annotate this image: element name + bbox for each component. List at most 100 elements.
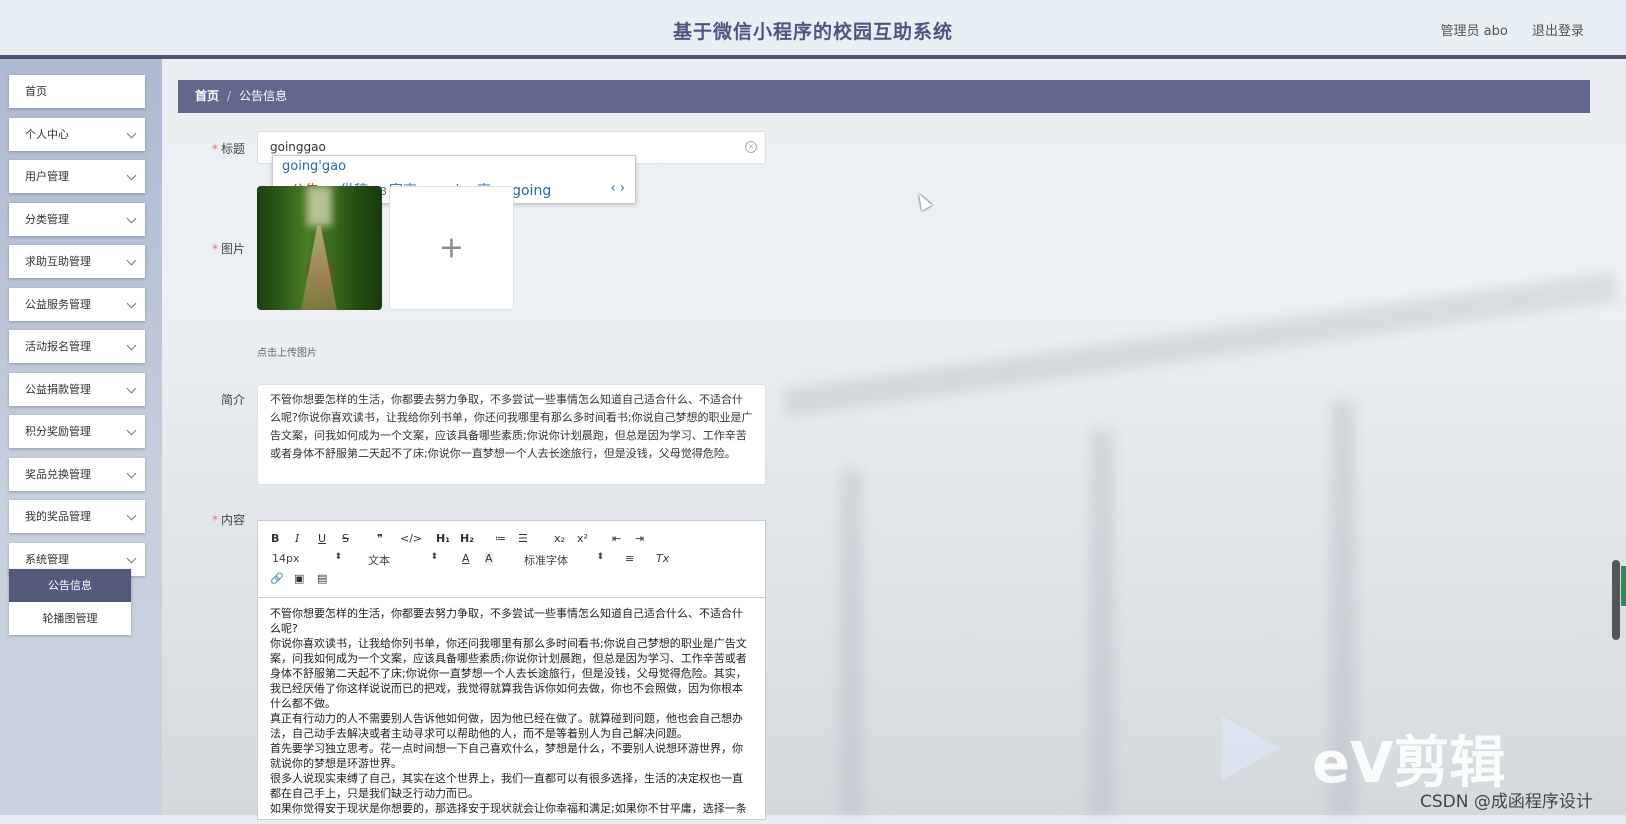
- required-mark: *: [211, 513, 218, 527]
- editor-paragraph: 很多人说现实束缚了自己，其实在这个世界上，我们一直都可以有很多选择，生活的决定权…: [270, 772, 743, 800]
- sidebar-item-label: 分类管理: [25, 212, 69, 226]
- sidebar-submenu: 公告信息 轮播图管理: [9, 569, 131, 635]
- sidebar-item-label: 个人中心: [25, 127, 69, 141]
- background-color-button[interactable]: A: [485, 552, 493, 565]
- editor-paragraph: 不管你想要怎样的生活，你都要去努力争取，不多尝试一些事情怎么知道自己适合什么、不…: [270, 607, 743, 635]
- breadcrumb-current: 公告信息: [239, 89, 288, 103]
- sidebar-item[interactable]: 分类管理: [9, 202, 145, 236]
- link-icon[interactable]: 🔗: [270, 572, 284, 585]
- intro-text: 不管你想要怎样的生活，你都要去努力争取，不多尝试一些事情怎么知道自己适合什么、不…: [270, 393, 753, 460]
- sidebar-item[interactable]: 个人中心: [9, 117, 145, 151]
- sidebar-item-label: 活动报名管理: [25, 340, 91, 353]
- intro-textarea[interactable]: 不管你想要怎样的生活，你都要去努力争取，不多尝试一些事情怎么知道自己适合什么、不…: [257, 384, 766, 485]
- title-label: * 标题: [211, 142, 245, 156]
- video-icon[interactable]: ▤: [317, 572, 327, 585]
- title-input-value: goinggao: [270, 140, 326, 154]
- submenu-item[interactable]: 公告信息: [9, 569, 131, 602]
- breadcrumb-home[interactable]: 首页: [195, 89, 219, 103]
- sidebar-item[interactable]: 首页: [9, 75, 145, 108]
- logout-button[interactable]: 退出登录: [1532, 24, 1584, 39]
- font-color-button[interactable]: A: [462, 552, 470, 565]
- superscript-button[interactable]: x²: [577, 532, 588, 545]
- chevron-down-icon: [126, 340, 137, 351]
- font-family-select[interactable]: 标准字体 ⬍: [524, 552, 604, 568]
- chevron-down-icon: [126, 468, 137, 478]
- sidebar-item[interactable]: 公益服务管理: [9, 287, 145, 321]
- sidebar-item[interactable]: 公益捐款管理: [9, 372, 145, 406]
- format-select[interactable]: 文本 ⬍: [368, 552, 438, 568]
- sidebar-item[interactable]: 积分奖励管理: [9, 415, 145, 448]
- intro-label: 简介: [220, 393, 245, 407]
- upload-add-button[interactable]: +: [389, 186, 514, 310]
- quote-button[interactable]: ❞: [377, 532, 383, 545]
- mouse-cursor-icon: [913, 191, 933, 211]
- required-mark: *: [211, 242, 218, 256]
- clear-icon[interactable]: ×: [745, 141, 757, 153]
- chevron-down-icon: [126, 128, 137, 138]
- sidebar-item-label: 公益捐款管理: [25, 382, 91, 396]
- code-button[interactable]: </>: [400, 532, 422, 545]
- image-icon[interactable]: ▣: [294, 572, 304, 585]
- background-pole: [840, 470, 862, 815]
- background-beam: [781, 271, 1619, 419]
- editor-toolbar: B I U S ❞ </> H₁ H₂ ≔ ☰ x₂ x² ⇤ ⇥ 14px ⬍ …: [258, 521, 765, 598]
- sidebar-item[interactable]: 我的奖品管理: [9, 500, 145, 533]
- indent-button[interactable]: ⇥: [635, 532, 644, 545]
- underline-button[interactable]: U: [318, 532, 326, 545]
- chevron-down-icon: [126, 553, 137, 563]
- sidebar-item[interactable]: 用户管理: [9, 160, 145, 193]
- chevron-down-icon: [126, 255, 137, 266]
- chevron-down-icon: [126, 298, 137, 308]
- submenu-item[interactable]: 轮播图管理: [9, 602, 131, 635]
- sidebar-item-label: 系统管理: [25, 552, 69, 566]
- system-title: 基于微信小程序的校园互助系统: [672, 21, 953, 43]
- sidebar-item-label: 首页: [25, 85, 47, 98]
- rich-text-editor[interactable]: B I U S ❞ </> H₁ H₂ ≔ ☰ x₂ x² ⇤ ⇥ 14px ⬍ …: [257, 520, 766, 820]
- bullet-list-button[interactable]: ☰: [518, 532, 528, 545]
- italic-button[interactable]: I: [295, 532, 299, 545]
- breadcrumb: 首页 / 公告信息: [178, 80, 1590, 113]
- subscript-button[interactable]: x₂: [554, 532, 565, 545]
- play-logo-icon: [1222, 716, 1280, 780]
- uploaded-image-thumbnail[interactable]: [257, 186, 382, 310]
- editor-paragraph: 如果你觉得安于现状是你想要的，那选择安于现状就会让你幸福和满足;如果你不甘平庸，…: [270, 802, 747, 815]
- csdn-watermark: CSDN @成函程序设计: [1420, 792, 1593, 812]
- clear-format-button[interactable]: Tx: [656, 552, 669, 565]
- content-label: * 内容: [211, 513, 245, 527]
- ime-composition: going'gao: [282, 159, 347, 174]
- upload-hint: 点击上传图片: [257, 348, 317, 359]
- breadcrumb-separator: /: [227, 89, 232, 103]
- sidebar-item[interactable]: 奖品兑换管理: [9, 457, 145, 491]
- sidebar-item-label: 我的奖品管理: [25, 510, 91, 523]
- chevron-down-icon: [126, 425, 137, 436]
- ev-watermark: eV剪辑: [1222, 716, 1542, 796]
- image-label: * 图片: [211, 242, 245, 256]
- sidebar-item-label: 求助互助管理: [25, 255, 91, 268]
- outdent-button[interactable]: ⇤: [612, 532, 621, 545]
- page-scrollbar[interactable]: [1612, 560, 1620, 640]
- plus-icon: +: [438, 230, 465, 266]
- sidebar-item-label: 积分奖励管理: [25, 425, 91, 438]
- select-arrow-icon: ⬍: [430, 552, 438, 562]
- editor-content[interactable]: 不管你想要怎样的生活，你都要去努力争取，不多尝试一些事情怎么知道自己适合什么、不…: [258, 598, 765, 824]
- sidebar-item[interactable]: 活动报名管理: [9, 330, 145, 363]
- bold-button[interactable]: B: [271, 532, 279, 545]
- align-button[interactable]: ≡: [625, 552, 634, 565]
- sidebar-item-label: 公益服务管理: [25, 297, 91, 311]
- header-user-area: 管理员 abo 退出登录: [1421, 20, 1584, 39]
- ime-candidate-text: going: [512, 183, 552, 199]
- h2-button[interactable]: H₂: [460, 532, 474, 545]
- h1-button[interactable]: H₁: [436, 532, 450, 545]
- ordered-list-button[interactable]: ≔: [495, 532, 506, 545]
- editor-paragraph: 真正有行动力的人不需要别人告诉他如何做，因为他已经在做了。就算碰到问题，他也会自…: [270, 712, 743, 740]
- background-pole: [1090, 430, 1114, 815]
- admin-label: 管理员 abo: [1440, 24, 1508, 39]
- sidebar-item-label: 奖品兑换管理: [25, 467, 91, 481]
- thumbnail-sky: [307, 186, 332, 226]
- editor-paragraph: 首先要学习独立思考。花一点时间想一下自己喜欢什么，梦想是什么，不要别人说想环游世…: [270, 742, 743, 770]
- font-size-select[interactable]: 14px ⬍: [272, 552, 342, 565]
- sidebar-item[interactable]: 求助互助管理: [9, 245, 145, 278]
- strike-button[interactable]: S: [342, 532, 349, 545]
- chevron-down-icon: [126, 383, 137, 393]
- ime-page-nav[interactable]: ‹ ›: [610, 181, 625, 196]
